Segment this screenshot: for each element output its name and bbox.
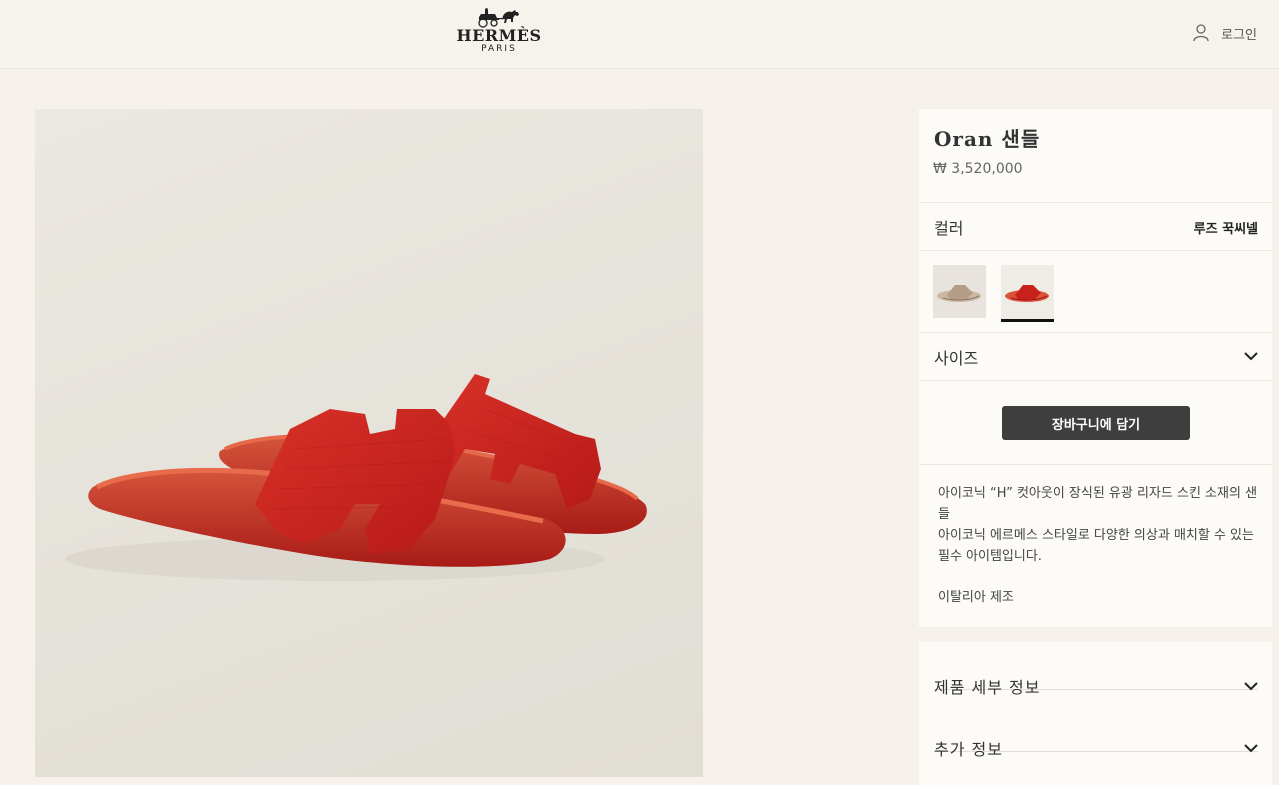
product-title: Oran 샌들 — [934, 127, 1041, 151]
user-icon — [1193, 24, 1209, 42]
login-label: 로그인 — [1221, 27, 1257, 43]
accordion-additional-info[interactable]: 추가 정보 — [934, 716, 1258, 759]
brand-subtitle: PARIS — [481, 44, 517, 54]
add-to-cart-button[interactable]: 장바구니에 담기 — [1002, 406, 1190, 440]
product-image[interactable] — [35, 109, 703, 777]
sandal-illustration — [65, 374, 647, 581]
description-line: 아이코닉 “H” 컷아웃이 장식된 유광 리자드 스킨 소재의 샌들 — [938, 486, 1258, 522]
accordion-product-details[interactable]: 제품 세부 정보 — [934, 654, 1258, 697]
description-line: 아이코닉 에르메스 스타일로 다양한 의상과 매치할 수 있는 필수 아이템입니… — [938, 528, 1254, 564]
divider — [919, 202, 1272, 203]
size-selector-label[interactable]: 사이즈 — [934, 345, 978, 369]
divider — [919, 464, 1272, 465]
chevron-down-icon[interactable] — [1244, 682, 1258, 691]
made-in-label: 이탈리아 제조 — [938, 590, 1014, 605]
carriage-icon — [478, 8, 519, 28]
accordion-label: 제품 세부 정보 — [934, 678, 1041, 697]
divider — [919, 332, 1272, 333]
chevron-down-icon[interactable] — [1244, 352, 1258, 361]
color-label: 컬러 — [934, 219, 964, 238]
chevron-down-icon[interactable] — [1244, 744, 1258, 753]
product-info-panel: Oran 샌들 ₩ 3,520,000 컬러 루즈 꾹씨넬 사이즈 장바구니에 … — [919, 109, 1272, 627]
product-details-accordion: 제품 세부 정보 추가 정보 — [919, 642, 1272, 785]
product-description: 아이코닉 “H” 컷아웃이 장식된 유광 리자드 스킨 소재의 샌들 아이코닉 … — [938, 483, 1258, 608]
hermes-logo[interactable]: HERMÈS PARIS — [455, 8, 543, 58]
color-swatch-beige[interactable] — [933, 265, 986, 318]
divider — [919, 380, 1272, 381]
site-header: HERMÈS PARIS 로그인 — [0, 0, 1279, 69]
brand-name: HERMÈS — [456, 26, 542, 45]
product-price: ₩ 3,520,000 — [933, 161, 1023, 177]
selected-color-name: 루즈 꾹씨넬 — [1193, 222, 1258, 237]
divider — [919, 250, 1272, 251]
login-link[interactable]: 로그인 — [1193, 22, 1257, 44]
swatch-red-image — [1005, 285, 1049, 302]
color-swatch-red[interactable] — [1001, 265, 1054, 322]
swatch-beige-image — [937, 285, 981, 302]
accordion-label: 추가 정보 — [934, 740, 1003, 759]
